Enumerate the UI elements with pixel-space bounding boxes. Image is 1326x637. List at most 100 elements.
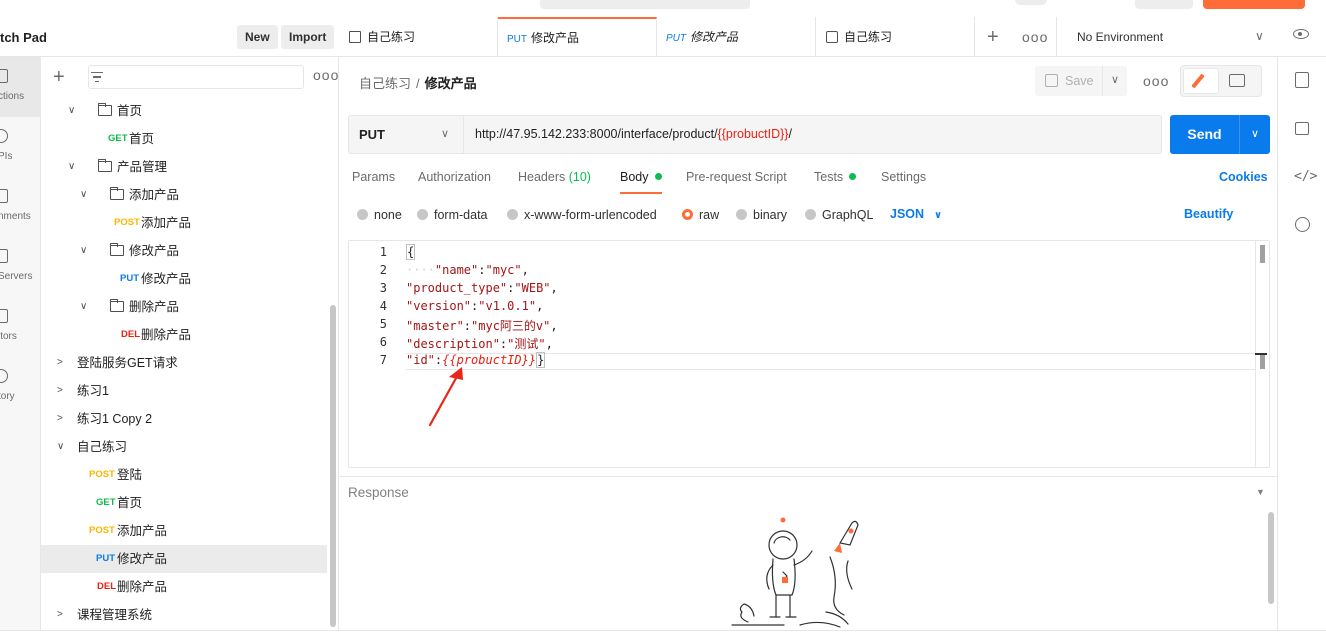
add-collection-icon[interactable]: +	[53, 66, 65, 89]
tabs-more-icon[interactable]: ooo	[1022, 29, 1048, 45]
tree-request[interactable]: POST 登陆	[41, 461, 327, 489]
body-format-select[interactable]: JSON ∨	[890, 207, 942, 221]
nav-mock-servers[interactable]: Servers	[0, 247, 41, 307]
tree-label: 删除产品	[129, 300, 180, 314]
environment-select[interactable]: No Environment ∨	[1056, 17, 1276, 57]
filter-input[interactable]	[88, 65, 304, 89]
save-button[interactable]: Save ∨	[1035, 66, 1127, 96]
breadcrumb-current[interactable]: 修改产品	[425, 76, 477, 91]
tree-request[interactable]: DEL 删除产品	[41, 573, 327, 601]
response-header[interactable]: Response ▼	[340, 476, 1277, 506]
radio-form-data[interactable]: form-data	[417, 208, 488, 222]
request-more-icon[interactable]: ooo	[1143, 73, 1169, 89]
chevron-down-icon: ∨	[80, 301, 88, 312]
response-scrollbar[interactable]	[1268, 512, 1274, 604]
chevron-down-icon[interactable]: ∨	[1103, 73, 1127, 86]
beautify-link[interactable]: Beautify	[1184, 207, 1233, 221]
tree-folder-product-mgmt[interactable]: ∨ 产品管理	[41, 153, 327, 181]
url-input[interactable]: http://47.95.142.233:8000/interface/prod…	[475, 127, 792, 141]
chevron-down-icon: ∨	[80, 245, 88, 256]
tree-folder-edit-product[interactable]: ∨ 修改产品	[41, 237, 327, 265]
nav-environments[interactable]: nments	[0, 187, 41, 247]
tree-collection[interactable]: > 登陆服务GET请求	[41, 349, 327, 377]
radio-label: form-data	[434, 208, 488, 222]
new-tab-icon[interactable]: +	[987, 26, 999, 49]
comment-mode-icon[interactable]	[1229, 74, 1245, 87]
tab-active-request[interactable]: PUT 修改产品	[498, 17, 657, 57]
folder-icon	[97, 102, 112, 116]
tree-request[interactable]: POST 添加产品	[41, 517, 327, 545]
breadcrumb-separator: /	[416, 76, 420, 91]
nav-label: PIs	[0, 151, 13, 162]
method-badge: PUT	[120, 273, 139, 284]
code-icon[interactable]: </>	[1294, 169, 1317, 184]
tree-folder-home[interactable]: ∨ 首页	[41, 97, 327, 125]
tree-label: 练习1 Copy 2	[77, 412, 153, 426]
nav-monitors[interactable]: itors	[0, 307, 41, 367]
radio-graphql[interactable]: GraphQL	[805, 208, 873, 222]
documentation-icon[interactable]	[1295, 72, 1309, 88]
radio-none[interactable]: none	[357, 208, 402, 222]
avatar-partial[interactable]	[1015, 0, 1047, 5]
comments-icon[interactable]	[1295, 122, 1309, 135]
tree-collection[interactable]: > 练习1 Copy 2	[41, 405, 327, 433]
code-line: "description":"测试",	[406, 337, 553, 351]
info-icon[interactable]	[1295, 217, 1310, 232]
tab-runner[interactable]: 自己练习	[816, 17, 975, 57]
tab-tests[interactable]: Tests	[814, 170, 857, 192]
nav-collections[interactable]: ctions	[0, 57, 41, 117]
radio-label: raw	[699, 208, 720, 222]
eye-icon[interactable]	[1293, 29, 1309, 39]
tree-request[interactable]: PUT 修改产品	[41, 265, 327, 293]
editor-scrollbar[interactable]	[1255, 241, 1269, 467]
method-badge: GET	[108, 133, 128, 144]
tree-request[interactable]: GET 首页	[41, 125, 327, 153]
line-number: 3	[379, 281, 387, 295]
import-button[interactable]: Import	[281, 25, 335, 49]
chevron-down-icon: ∨	[1255, 29, 1264, 43]
tab-prerequest-script[interactable]: Pre-request Script	[686, 170, 787, 192]
tree-collection[interactable]: > 课程管理系统	[41, 601, 327, 629]
tree-request-selected[interactable]: PUT 修改产品	[41, 545, 327, 573]
body-code-editor[interactable]: 1 2 3 4 5 6 7 { ····"name":"myc", "produ…	[348, 240, 1270, 468]
tree-collection[interactable]: ∨ 自己练习	[41, 433, 327, 461]
sidebar-more-icon[interactable]: ooo	[313, 67, 339, 83]
signin-button-partial[interactable]	[1203, 0, 1305, 9]
cookies-link[interactable]: Cookies	[1219, 170, 1268, 184]
tree-folder-add-product[interactable]: ∨ 添加产品	[41, 181, 327, 209]
radio-binary[interactable]: binary	[736, 208, 787, 222]
tree-label: 修改产品	[117, 552, 168, 566]
edit-mode-button[interactable]	[1183, 68, 1219, 94]
tree-collection[interactable]: > 练习1	[41, 377, 327, 405]
new-button[interactable]: New	[237, 25, 278, 49]
tab-authorization[interactable]: Authorization	[418, 170, 491, 192]
tab-params[interactable]: Params	[352, 170, 395, 192]
tree-request[interactable]: DEL 删除产品	[41, 321, 327, 349]
sidebar-scrollbar[interactable]	[330, 305, 336, 627]
radio-urlencoded[interactable]: x-www-form-urlencoded	[507, 208, 657, 222]
breadcrumb-parent[interactable]: 自己练习	[359, 76, 411, 91]
send-button[interactable]: Send ∨	[1170, 115, 1270, 154]
chevron-down-icon[interactable]: ▼	[1256, 487, 1265, 497]
tree-folder-delete-product[interactable]: ∨ 删除产品	[41, 293, 327, 321]
tab-collection[interactable]: 自己练习	[339, 17, 498, 57]
code-token: }	[536, 352, 546, 368]
tab-label: Headers	[518, 170, 566, 184]
tree-request[interactable]: GET 首页	[41, 489, 327, 517]
nav-history[interactable]: tory	[0, 367, 41, 427]
method-select[interactable]: PUT ∨	[349, 116, 464, 153]
nav-apis[interactable]: PIs	[0, 127, 41, 187]
radio-raw[interactable]: raw	[682, 208, 719, 222]
tab-settings[interactable]: Settings	[881, 170, 926, 192]
upgrade-button-partial[interactable]	[1135, 0, 1193, 9]
tab-body[interactable]: Body	[620, 170, 662, 194]
sidebar-toolbar: + ooo	[41, 57, 339, 97]
tree-request[interactable]: POST 添加产品	[41, 209, 327, 237]
collections-sidebar: + ooo ∨ 首页 GET 首页 ∨ 产品管理 ∨ 添加产品 POST 添加产…	[41, 57, 339, 637]
search-bar-partial[interactable]	[540, 0, 750, 9]
method-badge: PUT	[666, 33, 686, 44]
code-line: "version":"v1.0.1",	[406, 299, 544, 313]
tab-headers[interactable]: Headers (10)	[518, 170, 591, 192]
chevron-down-icon[interactable]: ∨	[1240, 127, 1270, 140]
tab-preview-request[interactable]: PUT 修改产品	[657, 17, 816, 57]
